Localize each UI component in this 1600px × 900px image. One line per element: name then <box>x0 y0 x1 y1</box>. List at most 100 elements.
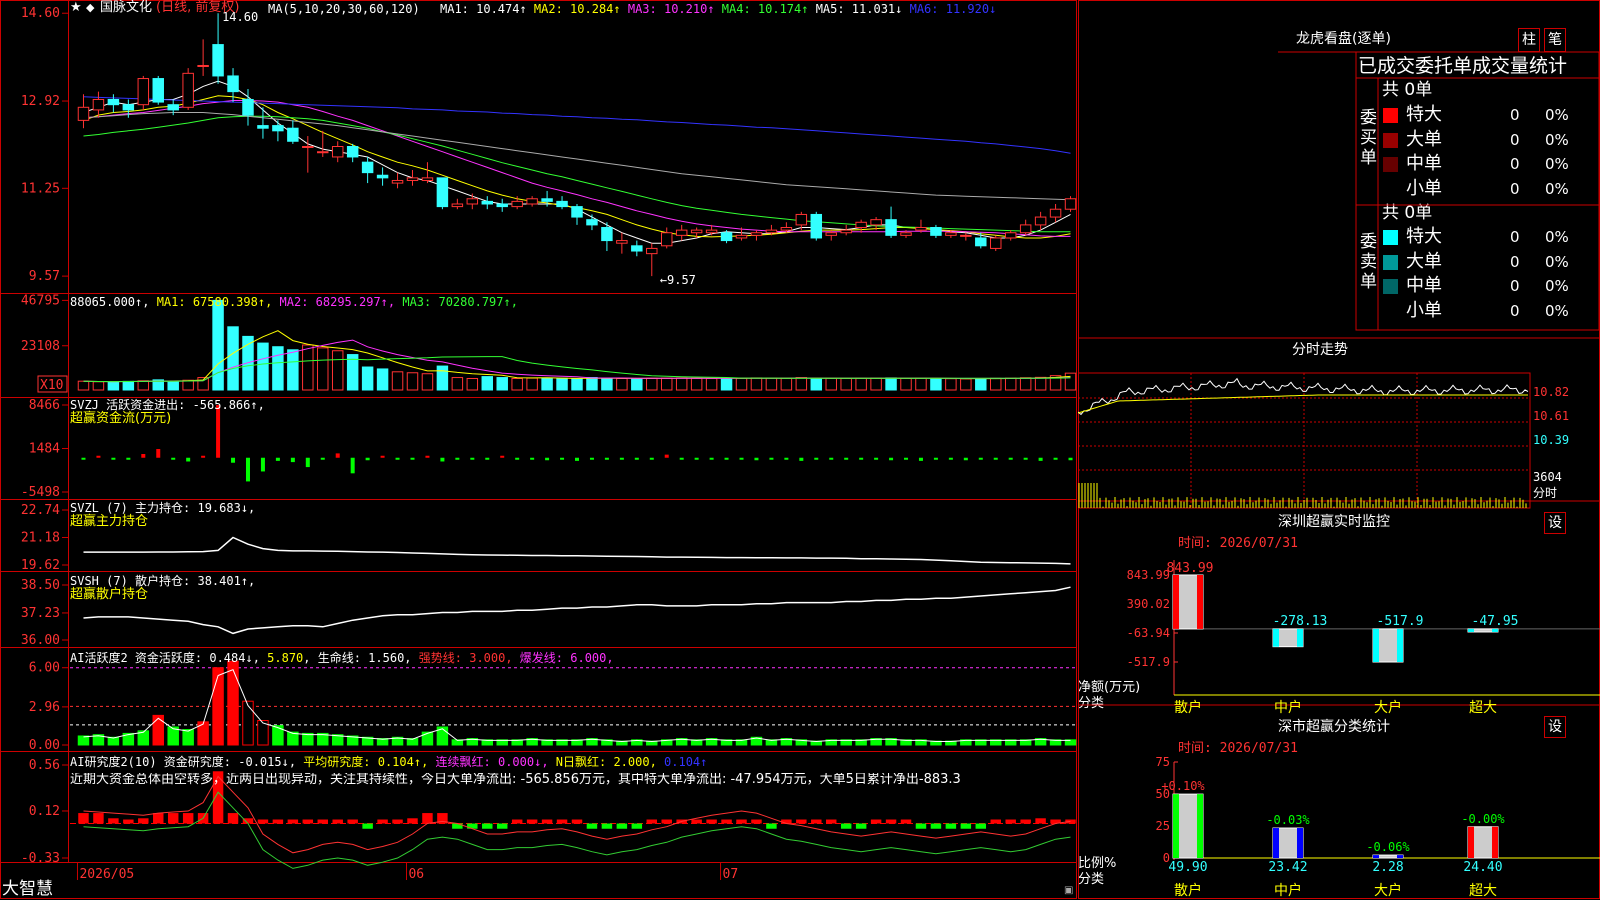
volume-bar <box>541 377 553 391</box>
ai2-bar <box>377 819 388 824</box>
candle-body <box>137 78 150 106</box>
candle-body <box>631 245 643 252</box>
volume-bar <box>885 377 897 391</box>
svzj-bar <box>1008 457 1013 460</box>
order-row-label: 大单 <box>1406 250 1442 272</box>
ai2-values-item-3: N日飘红: 2.000, <box>555 755 665 769</box>
order-row-count: 0 <box>1510 277 1520 295</box>
order-row-count: 0 <box>1510 130 1520 149</box>
order-row-pct: 0% <box>1545 228 1569 246</box>
volume-bar <box>930 378 942 391</box>
bar-mode-button[interactable]: 柱 <box>1518 28 1540 52</box>
y-tick-label: 37.23 <box>21 606 60 621</box>
y-tick-label: 22.74 <box>21 503 60 518</box>
volume-bar <box>257 342 269 391</box>
candle-body <box>840 229 852 234</box>
y-tick-label: 0.12 <box>29 804 60 819</box>
y-tick-label: 1484 <box>29 442 60 457</box>
date-label: 06 <box>408 867 424 882</box>
ai1-values-item-1: 5.870 <box>267 651 304 665</box>
svzj-bar <box>515 457 520 460</box>
classify-settings-button[interactable]: 设 <box>1544 716 1566 738</box>
candle-body <box>1019 224 1032 234</box>
y-tick-label: 46795 <box>21 293 60 308</box>
right-panel: 龙虎看盘(逐单) 柱 笔 已成交委托单成交量统计 委买单 委卖单 共 0单 共 … <box>1078 0 1600 900</box>
volume-bar <box>107 381 120 391</box>
ai2-bar <box>706 819 717 824</box>
candle-body <box>77 106 90 121</box>
volume-bar <box>122 380 135 391</box>
y-tick-label: 19.62 <box>21 558 60 573</box>
y-tick-label: -0.33 <box>21 851 60 866</box>
ai2-bar <box>287 819 299 824</box>
volume-bar <box>317 347 329 391</box>
ai2-bar <box>885 819 897 824</box>
svzj-bar <box>739 457 744 460</box>
candle-body <box>242 98 254 116</box>
candle-body <box>361 161 374 174</box>
classify-title: 深市超赢分类统计 <box>1278 719 1390 735</box>
svzj-bar <box>709 457 714 460</box>
volume-bar <box>945 378 957 391</box>
svzj-bar <box>799 457 804 461</box>
volume-bar <box>960 378 972 391</box>
ai2-values-item-1: 平均研究度: 0.104↑, <box>303 755 436 769</box>
candle-body <box>571 206 583 218</box>
ai2-bar <box>870 819 882 824</box>
classify-time: 时间: 2026/07/31 <box>1178 741 1298 756</box>
ai2-bar <box>840 823 852 829</box>
ai2-bar <box>1035 818 1046 824</box>
intraday-vol-unit: 分时 <box>1533 486 1558 500</box>
y-tick-label: 14.60 <box>21 6 60 21</box>
candle-body <box>496 203 508 208</box>
ai2-bar <box>661 819 672 824</box>
ai2-bar <box>975 823 987 829</box>
svzj-bar <box>664 454 669 458</box>
ai1-bar <box>227 660 239 746</box>
svzj-bar <box>844 457 849 460</box>
ai2-bar <box>123 819 134 824</box>
svzl-sub: 超赢主力持仓 <box>70 514 149 529</box>
volume-bar <box>376 368 389 391</box>
monitor-settings-button[interactable]: 设 <box>1544 512 1566 534</box>
tick-mode-button[interactable]: 笔 <box>1544 28 1566 52</box>
ai2-bar <box>721 819 732 824</box>
ai2-values-item-4: 0.104↑ <box>664 755 708 769</box>
volume-bar <box>571 378 583 391</box>
svzj-bar <box>96 455 101 458</box>
candle-body <box>526 198 538 205</box>
legend-swatch <box>1383 132 1398 148</box>
volume-bar <box>287 349 299 391</box>
sell-side-label: 委卖单 <box>1360 232 1377 292</box>
volume-bar <box>466 378 479 391</box>
svzj-bar <box>814 457 819 460</box>
ai1-bar <box>242 700 254 746</box>
svzj-bar <box>918 457 923 461</box>
legend-swatch <box>1383 157 1398 172</box>
svzj-bar <box>874 457 879 460</box>
y-tick-label: 0.00 <box>29 738 60 753</box>
candle-body <box>586 219 598 226</box>
volume-bar <box>825 377 837 391</box>
candle-body <box>272 125 284 132</box>
svzj-bar <box>530 457 535 460</box>
svzj-bar <box>933 457 938 460</box>
ai2-bar <box>571 819 583 824</box>
buy-total: 共 0单 <box>1382 80 1433 100</box>
candle-body <box>690 229 703 234</box>
volume-bar <box>975 378 987 391</box>
volume-bar <box>660 377 673 391</box>
star-icon[interactable]: ★ <box>70 1 82 15</box>
svzj-bar <box>455 457 460 460</box>
svzj-bar <box>694 457 699 460</box>
volume-bar <box>765 377 778 391</box>
candle-body <box>167 104 179 111</box>
volume-bar <box>302 344 314 391</box>
candle-body <box>795 213 808 226</box>
candle-body <box>436 177 449 208</box>
legend-swatch <box>1383 108 1398 123</box>
classify-xlabel: 分类 <box>1078 872 1105 887</box>
ai2-bar <box>646 819 658 824</box>
svzj-bar <box>1038 457 1043 461</box>
volume-bar <box>436 365 449 391</box>
